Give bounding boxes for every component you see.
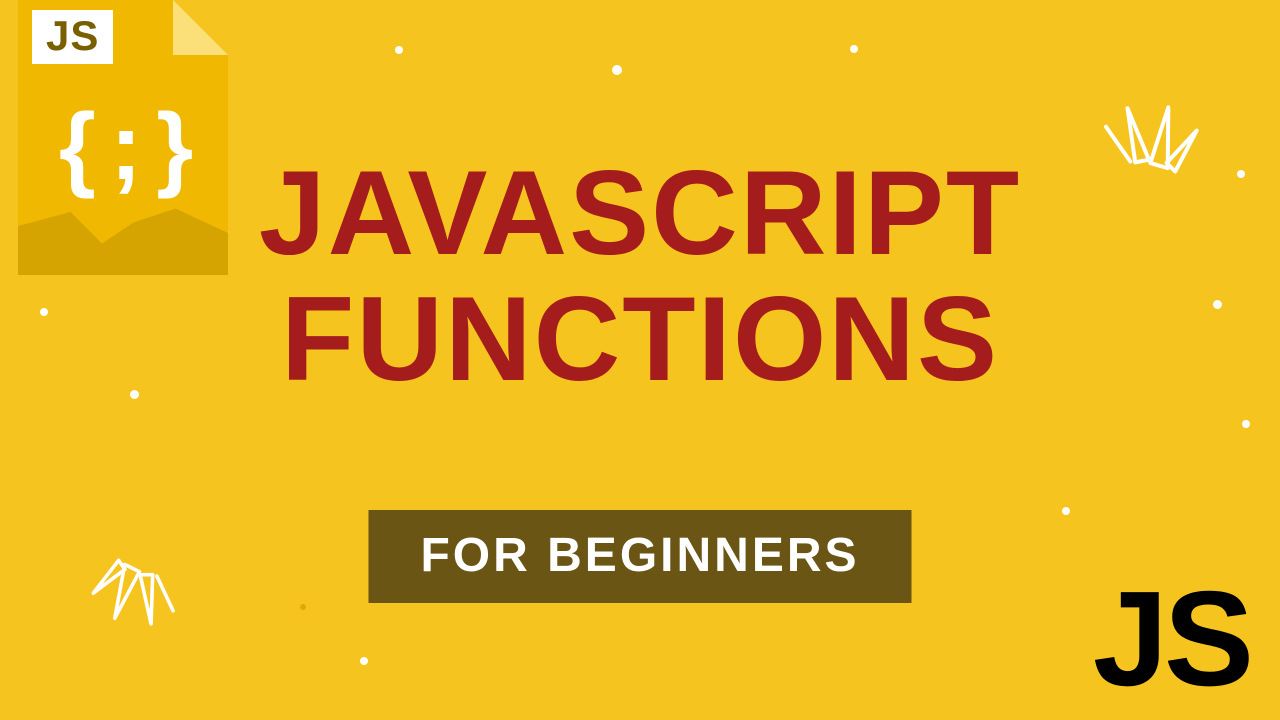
subtitle-badge: FOR BEGINNERS xyxy=(368,510,911,603)
dot-icon xyxy=(850,45,858,53)
dot-icon xyxy=(130,390,139,399)
dot-icon xyxy=(612,65,622,75)
sparkle-burst-icon xyxy=(71,501,209,639)
dot-icon xyxy=(1213,300,1222,309)
title-line-2: FUNCTIONS xyxy=(0,276,1280,402)
dot-icon xyxy=(40,308,48,316)
dot-icon xyxy=(1237,170,1245,178)
js-bottom-label: JS xyxy=(1093,561,1250,716)
dot-icon xyxy=(395,46,403,54)
sparkle-burst-icon xyxy=(1080,95,1219,234)
dot-icon xyxy=(300,604,306,610)
dot-icon xyxy=(1062,507,1070,515)
file-js-label: JS xyxy=(32,10,113,64)
dot-icon xyxy=(1242,420,1250,428)
file-fold-corner xyxy=(173,0,228,55)
dot-icon xyxy=(360,657,368,665)
